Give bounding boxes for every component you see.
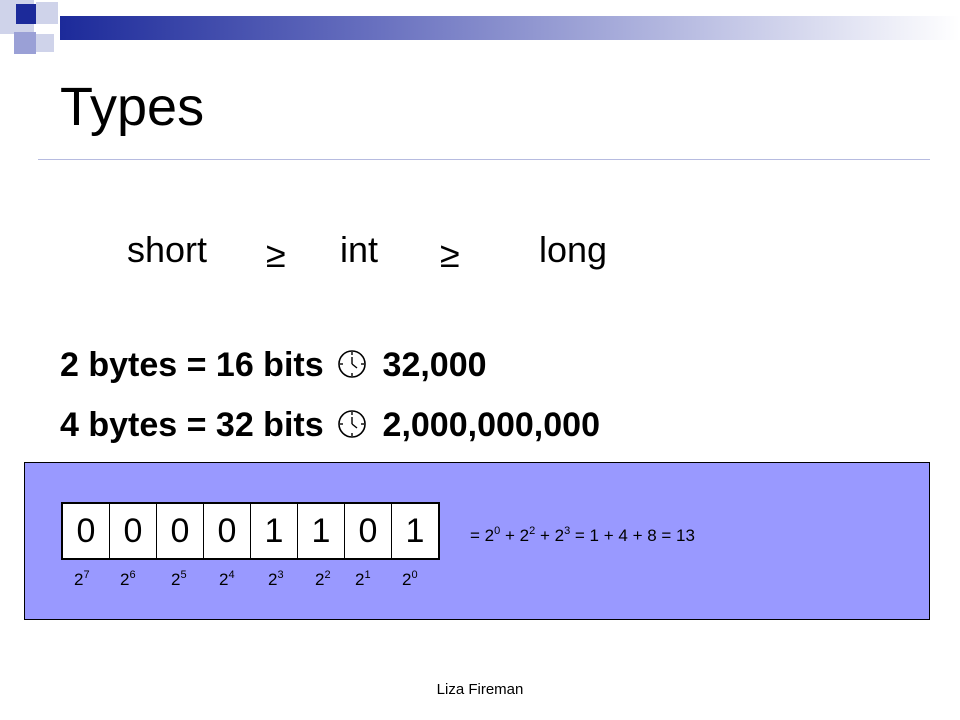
power-label: 23 [268, 569, 284, 590]
ge-symbol-1: ≥ [266, 234, 286, 275]
bit-cell: 0 [110, 504, 157, 558]
bit-cell: 0 [63, 504, 110, 558]
bytes-row-int: 4 bytes = 32 bits 2,000,000,000 [60, 405, 600, 445]
footer-author: Liza Fireman [436, 681, 524, 698]
bit-cell: 0 [204, 504, 251, 558]
bit-cell: 0 [157, 504, 204, 558]
header-square-dark [16, 4, 36, 24]
power-label: 25 [171, 569, 187, 590]
power-label: 24 [219, 569, 235, 590]
header-square-mid [14, 32, 36, 54]
slide-title: Types [60, 77, 205, 137]
type-int: int [340, 229, 379, 270]
bit-cell: 1 [405, 511, 425, 550]
clock-icon [337, 348, 367, 378]
bytes-row-value: 2,000,000,000 [382, 406, 600, 444]
type-short: short [127, 229, 208, 270]
bytes-row-short: 2 bytes = 16 bits 32,000 [60, 345, 487, 385]
title-divider [38, 159, 930, 160]
power-label: 20 [402, 569, 418, 590]
bit-cell: 1 [298, 504, 345, 558]
bits-box: 0 0 0 0 1 1 0 1 [61, 502, 440, 560]
power-label: 27 [74, 569, 90, 590]
bit-cell: 1 [251, 504, 298, 558]
type-long: long [539, 229, 608, 270]
clock-icon [337, 408, 367, 438]
header-square-light-bottom [36, 34, 54, 52]
power-label: 21 [355, 569, 371, 590]
ge-symbol-2: ≥ [440, 234, 460, 275]
header-square-light-right [36, 2, 58, 24]
power-label: 26 [120, 569, 136, 590]
header-gradient-bar [60, 16, 960, 40]
power-label: 22 [315, 569, 331, 590]
bytes-row-value: 32,000 [382, 346, 487, 384]
bytes-row-text: 4 bytes = 32 bits [60, 406, 324, 444]
bit-cell: 0 [345, 504, 392, 558]
binary-equation: = 20 + 22 + 23 = 1 + 4 + 8 = 13 [470, 525, 695, 546]
bytes-row-text: 2 bytes = 16 bits [60, 346, 324, 384]
